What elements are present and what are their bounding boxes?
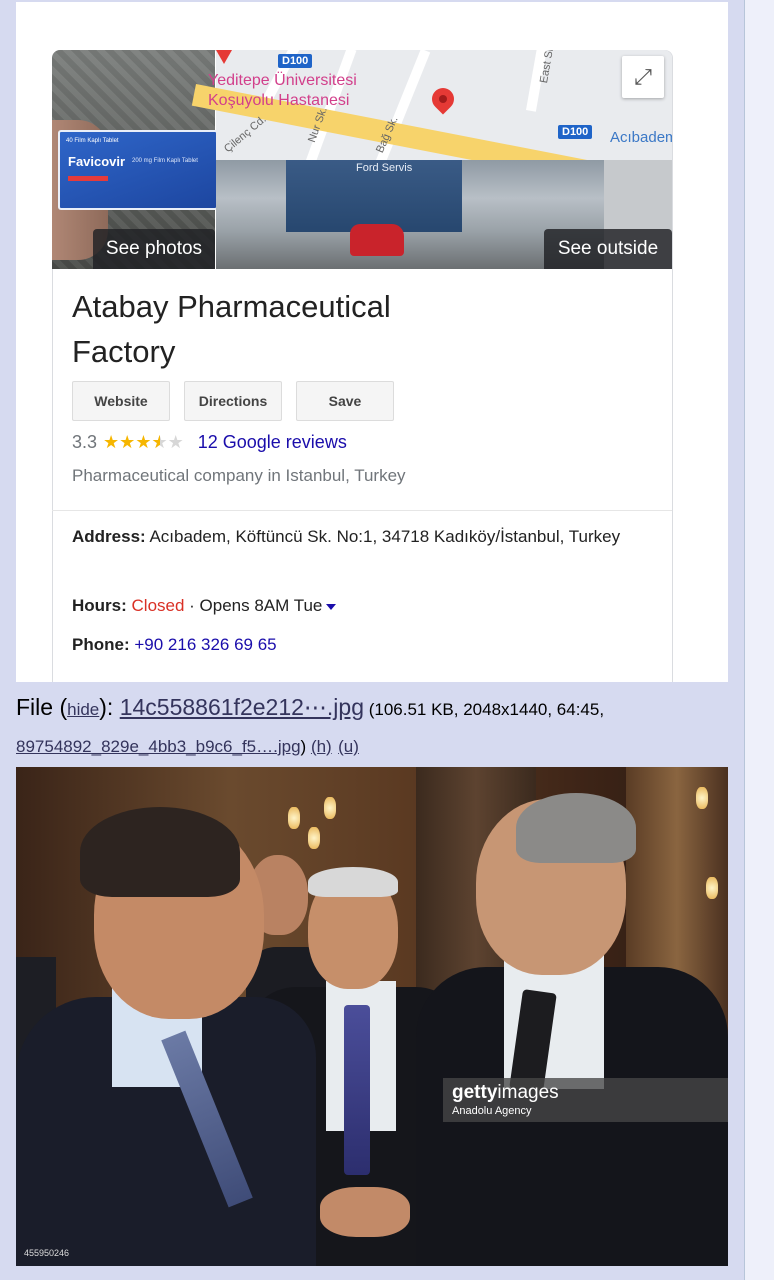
hours-label: Hours: <box>72 596 127 615</box>
light <box>706 877 718 899</box>
dropdown-caret-icon[interactable] <box>326 603 337 610</box>
partial-pin-icon <box>216 50 232 64</box>
media-strip: 40 Film Kaplı Tablet Favicovir 200 mg Fi… <box>52 50 672 269</box>
directions-button[interactable]: Directions <box>184 381 282 421</box>
post-image-map-card[interactable]: 40 Film Kaplı Tablet Favicovir 200 mg Fi… <box>16 2 728 682</box>
reviews-link[interactable]: 12 Google reviews <box>198 432 347 453</box>
light <box>696 787 708 809</box>
getty-logo-light: images <box>497 1082 559 1103</box>
rating-row: 3.3 ★ ★ ★ ★ ★ 12 Google reviews <box>72 432 347 453</box>
middle-person-tie <box>344 1005 370 1175</box>
file-meta-close: ) <box>300 737 311 756</box>
file-link[interactable]: 14c558861f2e212⋯.jpg <box>120 694 364 720</box>
handshake <box>320 1187 410 1237</box>
save-button[interactable]: Save <box>296 381 394 421</box>
h-link[interactable]: (h) <box>311 737 332 756</box>
box-sub-text: 200 mg Film Kaplı Tablet <box>132 158 198 164</box>
action-buttons: Website Directions Save <box>72 381 394 421</box>
star-icon: ★ <box>167 432 184 452</box>
left-person-hair <box>80 807 240 897</box>
post-image-photo[interactable]: gettyimages Anadolu Agency 455950246 <box>16 767 728 1266</box>
place-title: Atabay Pharmaceutical Factory <box>72 289 391 369</box>
see-outside-button[interactable]: See outside <box>544 229 672 269</box>
right-person-hair <box>516 793 636 863</box>
divider <box>52 510 672 511</box>
original-filename-link[interactable]: 89754892_829e_4bb3_b9c6_f5….jpg <box>16 737 301 756</box>
phone-row: Phone: +90 216 326 69 65 <box>72 630 652 659</box>
light <box>324 797 336 819</box>
hours-status: Closed <box>131 596 185 615</box>
star-icon: ★ <box>151 432 167 453</box>
medicine-box: 40 Film Kaplı Tablet Favicovir 200 mg Fi… <box>58 130 218 210</box>
map-label-hospital: Koşuyolu Hastanesi <box>208 92 350 109</box>
expand-map-icon[interactable]: ⤢ <box>622 56 664 98</box>
rating-value: 3.3 <box>72 432 98 452</box>
photo-id: 455950246 <box>24 1248 70 1258</box>
phone-label: Phone: <box>72 635 130 654</box>
map-label-district: Acıbadem <box>610 129 672 146</box>
right-edge-strip <box>744 0 774 1280</box>
place-category: Pharmaceutical company in Istanbul, Turk… <box>72 466 406 485</box>
map-street-label: Çilenç Cd. <box>222 113 269 156</box>
hide-link[interactable]: hide <box>67 700 99 719</box>
location-pin-icon <box>427 83 459 115</box>
box-red-stripe <box>68 176 108 181</box>
light <box>288 807 300 829</box>
box-brand: Favicovir <box>68 154 126 169</box>
phone-link[interactable]: +90 216 326 69 65 <box>134 635 276 654</box>
road-shield: D100 <box>558 125 593 139</box>
star-rating: ★ ★ ★ ★ ★ <box>103 432 184 453</box>
building-facade: Ford Servis <box>286 160 462 232</box>
file-info: File (hide): 14c558861f2e212⋯.jpg (106.5… <box>16 690 736 764</box>
file-prefix: File ( <box>16 694 68 720</box>
star-icon: ★ <box>119 432 136 452</box>
map-label-university: Yeditepe Üniversitesi <box>208 72 357 89</box>
star-icon: ★ <box>103 432 120 452</box>
box-top-text: 40 Film Kaplı Tablet <box>66 138 119 144</box>
website-button[interactable]: Website <box>72 381 170 421</box>
agency-credit: Anadolu Agency <box>452 1105 532 1117</box>
address-value: Acıbadem, Köftüncü Sk. No:1, 34718 Kadık… <box>145 527 621 546</box>
road-shield: D100 <box>278 54 313 68</box>
hours-row[interactable]: Hours: Closed · Opens 8AM Tue <box>72 591 652 620</box>
middle-person-hair <box>308 867 398 897</box>
getty-logo: gettyimages <box>452 1082 559 1104</box>
hours-detail: · Opens 8AM Tue <box>184 596 323 615</box>
red-car <box>350 224 404 256</box>
building-sign: Ford Servis <box>356 162 413 174</box>
light <box>308 827 320 849</box>
see-photos-button[interactable]: See photos <box>93 229 215 269</box>
star-icon: ★ <box>135 432 152 452</box>
map-thumbnail[interactable]: Yeditepe Üniversitesi Koşuyolu Hastanesi… <box>191 50 672 205</box>
address-label: Address: <box>72 527 146 546</box>
getty-logo-bold: getty <box>452 1082 498 1103</box>
getty-watermark: gettyimages Anadolu Agency <box>443 1078 728 1122</box>
file-meta: (106.51 KB, 2048x1440, 64:45, <box>363 700 605 719</box>
address-row: Address: Acıbadem, Köftüncü Sk. No:1, 34… <box>72 522 652 551</box>
u-link[interactable]: (u) <box>338 737 359 756</box>
file-sep: ): <box>99 694 120 720</box>
